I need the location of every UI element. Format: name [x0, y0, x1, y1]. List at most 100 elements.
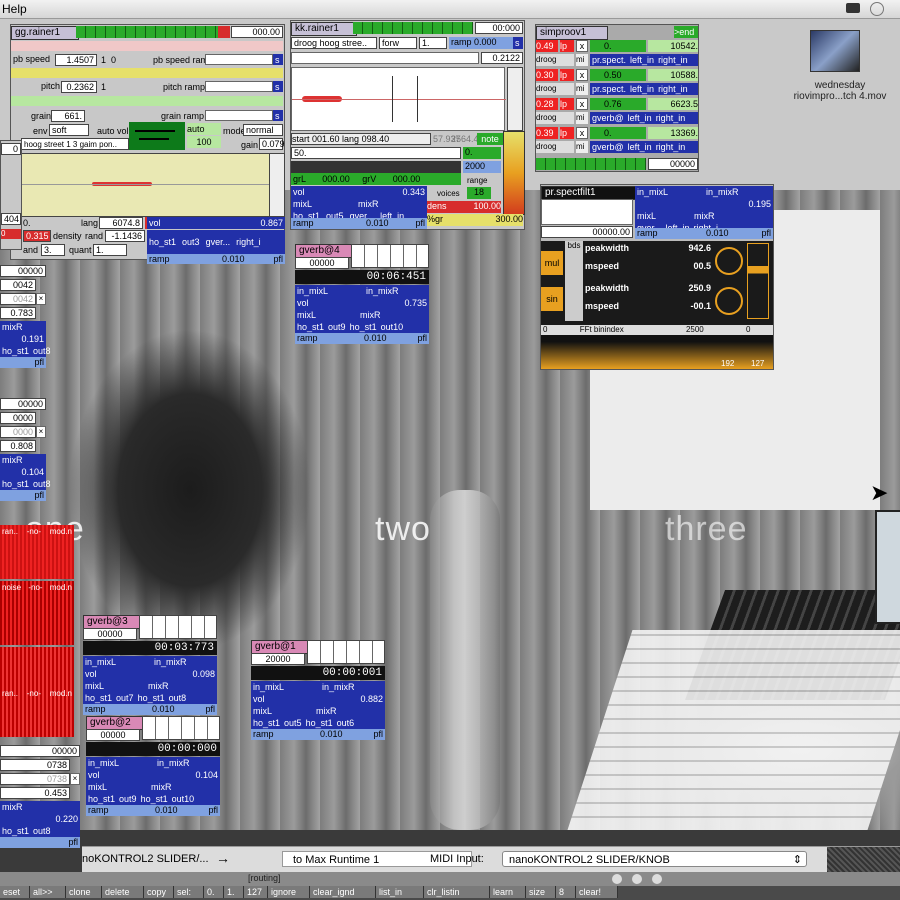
red-tile-3[interactable]: ran.. -no-mod.n: [0, 647, 74, 737]
pb-speed-ramp-slider[interactable]: [205, 54, 273, 65]
sim-route-b[interactable]: mi: [576, 112, 588, 124]
gverb-o3[interactable]: ho_st1: [306, 717, 333, 729]
gverb-vol[interactable]: 0.104: [195, 769, 218, 781]
kk-tools[interactable]: [507, 67, 523, 131]
kk-zero[interactable]: 0.: [463, 147, 501, 159]
density-input[interactable]: 0.315: [23, 230, 51, 242]
sim-x-icon[interactable]: x: [576, 98, 588, 110]
gverb-mixL2[interactable]: mixL: [88, 781, 107, 793]
midi-route-left[interactable]: noKONTROL2 SLIDER/...: [82, 853, 214, 865]
sim-route-c[interactable]: pr.spect.: [592, 83, 626, 95]
kk-note-button[interactable]: note: [477, 133, 503, 145]
gverb-mix[interactable]: in_mixL in_mixR vol 0.735 mixL mixR ho_st1 o…: [295, 285, 429, 333]
mode-select[interactable]: normal: [243, 124, 283, 136]
ls-mix[interactable]: mixR 0.220 ho_st1 out8: [0, 801, 80, 837]
sim-route-b[interactable]: mi: [576, 83, 588, 95]
ls-b[interactable]: 0738: [0, 759, 70, 771]
ls-b[interactable]: 0042: [0, 279, 36, 291]
gverb-mixL2[interactable]: mixL: [253, 705, 272, 717]
gverb-pfl[interactable]: pfl: [205, 704, 215, 715]
sim-route-d[interactable]: left_in: [630, 83, 654, 95]
gverb-o4[interactable]: out8: [169, 692, 187, 704]
sim-route-d[interactable]: left_in: [628, 112, 652, 124]
sim-lp[interactable]: lp: [560, 69, 574, 81]
and-input[interactable]: 3.: [41, 244, 65, 256]
kk-ramp-row[interactable]: ramp 0.010 pfl: [291, 218, 427, 229]
help-menu[interactable]: Help: [2, 2, 27, 16]
sim-route-e[interactable]: right_in: [658, 54, 688, 66]
env-select[interactable]: soft: [49, 124, 89, 136]
gverb-mixR2[interactable]: mixR: [151, 781, 172, 793]
kk-start-lang[interactable]: start 001.60 lang 098.40: [291, 133, 431, 145]
sim-route-e[interactable]: right_in: [656, 112, 686, 124]
sf-mixL2[interactable]: mixL: [637, 210, 656, 222]
ls-mix[interactable]: mixR 0.104 ho_st1 out8: [0, 454, 51, 490]
sim-route-a[interactable]: droog hoo.: [536, 112, 574, 124]
sf-peakwidth2[interactable]: 250.9: [688, 283, 711, 301]
gverb-mix[interactable]: in_mixL in_mixR vol 0.098 mixL mixR ho_st1 o…: [83, 656, 217, 704]
gverb-o2[interactable]: out5: [284, 717, 302, 729]
quant-input[interactable]: 1.: [93, 244, 127, 256]
toolbar-item-6[interactable]: 0.: [204, 886, 224, 898]
sf-mixR[interactable]: in_mixR: [706, 186, 739, 198]
lang-input[interactable]: 6074.8: [99, 217, 143, 229]
ls-mix[interactable]: mixR 0.191 ho_st1 out8: [0, 321, 51, 357]
pitch-ramp-slider[interactable]: [205, 81, 273, 92]
grain-s-button[interactable]: s: [273, 110, 283, 121]
sim-route-outs[interactable]: gverb@ left_in right_in: [590, 141, 698, 153]
ls-d[interactable]: 0.808: [0, 440, 36, 452]
toolbar-item-0[interactable]: eset: [0, 886, 30, 898]
toolbar-item-9[interactable]: ignore: [268, 886, 310, 898]
sim-num[interactable]: 0.49: [536, 40, 558, 52]
toolbar-item-8[interactable]: 127: [244, 886, 268, 898]
ls-a[interactable]: 00000: [0, 265, 46, 277]
ls-pfl[interactable]: pfl: [0, 357, 46, 368]
file-select[interactable]: hoog street 1 3 gaim pon..: [21, 138, 129, 150]
sim-route-outs[interactable]: pr.spect. left_in right_in: [590, 83, 698, 95]
gverb-o3[interactable]: ho_st1: [141, 793, 168, 805]
sim-route-d[interactable]: left_in: [628, 141, 652, 153]
kk-gr-row[interactable]: grL 000.00 grV 000.00: [291, 173, 461, 185]
sim-route-d[interactable]: left_in: [630, 54, 654, 66]
sim-lp[interactable]: lp: [560, 127, 574, 139]
gverb-mixR2[interactable]: mixR: [316, 705, 337, 717]
sim-route-b[interactable]: mi: [576, 141, 588, 153]
gverb-vol[interactable]: 0.735: [404, 297, 427, 309]
gg-outputs[interactable]: ho_st1 out3 gver... right_i: [147, 230, 285, 254]
sf-mspeed1[interactable]: 00.5: [693, 261, 711, 283]
ls-d[interactable]: 0.783: [0, 307, 36, 319]
pb-speed-slider[interactable]: [11, 41, 283, 51]
start-num[interactable]: 0.: [23, 218, 31, 228]
ls-close-icon[interactable]: ×: [70, 773, 80, 785]
sf-vslider[interactable]: [747, 243, 769, 319]
gverb-o1[interactable]: ho_st1: [88, 793, 115, 805]
gverb-mixL2[interactable]: mixL: [297, 309, 316, 321]
gverb-pfl[interactable]: pfl: [373, 729, 383, 740]
kk-2000[interactable]: 2000: [463, 161, 501, 173]
gg-gver[interactable]: gver...: [206, 236, 231, 248]
sim-route-b[interactable]: mi: [576, 54, 588, 66]
gverb-grid[interactable]: [307, 640, 385, 664]
toolbar-item-4[interactable]: copy: [144, 886, 174, 898]
sf-bds[interactable]: bds: [565, 241, 583, 321]
sim-v[interactable]: 0.: [590, 40, 646, 52]
sim-v[interactable]: 0.: [590, 127, 646, 139]
sim-route-outs[interactable]: pr.spect. left_in right_in: [590, 54, 698, 66]
gverb-o2[interactable]: out9: [119, 793, 137, 805]
sf-knob-2-icon[interactable]: [715, 287, 743, 315]
window-zoom-icon[interactable]: [652, 874, 662, 884]
sim-num[interactable]: 0.39: [536, 127, 558, 139]
gg-out-left[interactable]: ho_st1: [149, 236, 176, 248]
gverb-o3[interactable]: ho_st1: [350, 321, 377, 333]
sim-lp[interactable]: lp: [560, 40, 574, 52]
gverb-mixR[interactable]: in_mixR: [157, 757, 190, 769]
gverb-vol[interactable]: 0.098: [192, 668, 215, 680]
sim-route-c[interactable]: gverb@: [592, 112, 624, 124]
gverb-mixL[interactable]: in_mixL: [88, 757, 119, 769]
gverb-mixR[interactable]: in_mixR: [154, 656, 187, 668]
movie-file-icon[interactable]: [810, 30, 860, 72]
spectfilt-grid[interactable]: [541, 199, 633, 225]
gverb-grid[interactable]: [139, 615, 217, 639]
toolbar-item-7[interactable]: 1.: [224, 886, 244, 898]
kk-dens-row[interactable]: dens 100.00: [427, 201, 501, 213]
